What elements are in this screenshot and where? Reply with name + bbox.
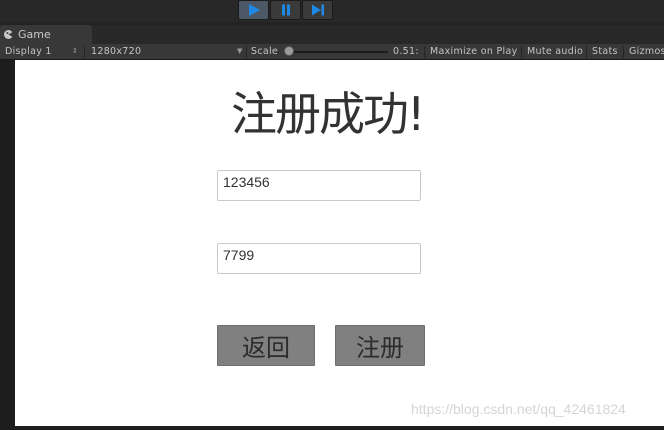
scale-value: 0.51: — [393, 46, 419, 57]
resolution-dropdown[interactable]: 1280x720 — [91, 44, 141, 59]
viewport-bottom-border — [0, 426, 664, 430]
display-dropdown-arrow-icon[interactable]: ⇕ — [72, 44, 78, 59]
step-button[interactable] — [302, 0, 333, 20]
game-viewport: 注册成功! 123456 7799 返回 注册 https://blog.csd… — [15, 60, 664, 426]
display-dropdown[interactable]: Display 1 — [5, 44, 52, 59]
pause-icon — [281, 4, 290, 16]
resolution-dropdown-arrow-icon[interactable]: ▼ — [237, 44, 242, 59]
play-icon — [248, 4, 260, 16]
play-toolbar — [0, 0, 664, 22]
toolbar-divider — [521, 46, 522, 58]
tab-strip: Game — [0, 25, 664, 44]
watermark-text: https://blog.csdn.net/qq_42461824 — [411, 401, 626, 417]
game-controller-icon — [3, 29, 14, 40]
pause-button[interactable] — [270, 0, 301, 20]
toolbar-divider — [84, 46, 85, 58]
gizmos-dropdown[interactable]: Gizmos — [629, 44, 664, 59]
scale-label: Scale — [251, 46, 279, 57]
play-button[interactable] — [238, 0, 269, 20]
toolbar-divider — [586, 46, 587, 58]
unity-editor-window: Game Display 1 ⇕ 1280x720 ▼ Scale 0.51: … — [0, 0, 664, 430]
tab-game[interactable]: Game — [0, 25, 92, 44]
viewport-left-border — [0, 60, 15, 430]
playback-controls — [238, 0, 334, 20]
step-forward-icon — [311, 4, 324, 16]
password-input[interactable]: 7799 — [217, 243, 421, 274]
toolbar-divider — [623, 46, 624, 58]
back-button[interactable]: 返回 — [217, 325, 315, 366]
toolbar-divider — [424, 46, 425, 58]
username-input[interactable]: 123456 — [217, 170, 421, 201]
scale-slider-track[interactable] — [290, 51, 388, 53]
page-title: 注册成功! — [231, 87, 425, 141]
maximize-on-play-toggle[interactable]: Maximize on Play — [430, 44, 518, 59]
mute-audio-toggle[interactable]: Mute audio — [527, 44, 583, 59]
tab-game-label: Game — [18, 28, 51, 41]
toolbar-divider — [246, 46, 247, 58]
register-button[interactable]: 注册 — [335, 325, 425, 366]
game-view-toolbar: Display 1 ⇕ 1280x720 ▼ Scale 0.51: Maxim… — [0, 44, 664, 60]
scale-slider-thumb[interactable] — [284, 46, 294, 56]
stats-toggle[interactable]: Stats — [592, 44, 618, 59]
